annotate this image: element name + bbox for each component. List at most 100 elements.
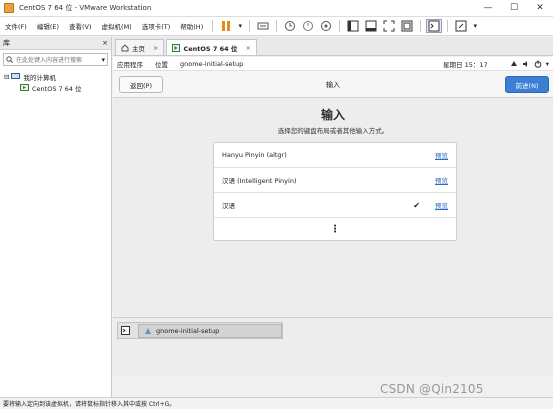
menu-file[interactable]: 文件(F) <box>0 21 32 31</box>
gnome-taskbar: gnome-initial-setup <box>113 317 553 377</box>
snapshot-manager-icon <box>321 21 332 31</box>
taskbar-item[interactable]: gnome-initial-setup <box>138 323 282 338</box>
pause-icon <box>222 21 231 31</box>
chevron-down-icon: ▾ <box>545 59 549 68</box>
vmware-logo-icon <box>4 3 14 13</box>
menu-vm[interactable]: 虚拟机(M) <box>97 21 137 31</box>
suspend-button[interactable] <box>218 19 234 33</box>
keyboard-icon <box>257 22 269 30</box>
fullscreen-icon <box>383 20 395 32</box>
tree-label: CentOS 7 64 位 <box>32 84 82 93</box>
input-source-label: 汉语 <box>222 202 235 210</box>
revert-snapshot-button[interactable] <box>300 19 316 33</box>
unity-view-icon <box>401 20 413 32</box>
window-list: gnome-initial-setup <box>117 322 283 339</box>
tree-label: 我的计算机 <box>23 73 56 82</box>
sidebar-view-icon <box>347 20 359 32</box>
input-source-label: Hanyu Pinyin (altgr) <box>222 151 287 159</box>
show-desktop-button[interactable] <box>118 325 132 337</box>
list-item[interactable]: Hanyu Pinyin (altgr) 预览 <box>214 143 456 168</box>
tree-item-my-computer[interactable]: ⊟ 我的计算机 <box>4 71 107 82</box>
library-tree: ⊟ 我的计算机 CentOS 7 64 位 <box>0 69 111 95</box>
terminal-icon <box>428 20 440 32</box>
search-placeholder: 在此处键入内容进行搜索 <box>16 57 83 64</box>
more-options-button[interactable]: ⋮ <box>214 218 456 240</box>
title-bar: CentOS 7 64 位 - VMware Workstation — ☐ ✕ <box>0 0 553 17</box>
power-dropdown[interactable]: ▾ <box>236 19 244 33</box>
preview-link[interactable]: 预览 <box>435 150 448 160</box>
tab-close-icon[interactable]: × <box>245 44 250 52</box>
header-title: 输入 <box>326 81 340 89</box>
library-search-input[interactable]: 在此处键入内容进行搜索 ▾ <box>3 53 108 66</box>
console-view-button[interactable] <box>426 19 443 33</box>
preview-link[interactable]: 预览 <box>435 175 448 185</box>
setup-header: 返回(P) 输入 前进(N) <box>113 71 553 98</box>
vm-icon <box>172 43 181 52</box>
collapse-icon[interactable]: ⊟ <box>4 73 9 81</box>
revert-clock-icon <box>303 21 314 31</box>
places-menu[interactable]: 位置 <box>155 59 168 69</box>
status-bar: 要将输入定向到该虚拟机，请将鼠标指针移入其中或按 Ctrl+G。 <box>0 397 553 409</box>
input-source-label: 汉语 (Intelligent Pinyin) <box>222 177 297 185</box>
maximize-button[interactable]: ☐ <box>501 0 527 16</box>
thumbnail-bar-button[interactable] <box>363 19 379 33</box>
terminal-icon <box>120 326 130 335</box>
vm-console[interactable]: 应用程序 位置 gnome-initial-setup 星期日 15：17 ▾ … <box>113 57 553 377</box>
next-button[interactable]: 前进(N) <box>505 76 549 93</box>
thumbnail-view-icon <box>365 20 377 32</box>
preview-link[interactable]: 预览 <box>435 200 448 210</box>
snapshot-manager-button[interactable] <box>318 19 334 33</box>
input-source-list: Hanyu Pinyin (altgr) 预览 汉语 (Intelligent … <box>213 142 457 241</box>
tree-item-centos-vm[interactable]: CentOS 7 64 位 <box>4 82 107 93</box>
stretch-dropdown[interactable]: ▾ <box>471 19 479 33</box>
checkmark-icon: ✔ <box>413 200 420 210</box>
library-title: 库 <box>3 39 10 47</box>
clock-icon <box>285 21 296 31</box>
show-library-button[interactable] <box>345 19 361 33</box>
watermark: CSDN @Qin2105 <box>380 382 484 396</box>
menu-bar: 文件(F) 编辑(E) 查看(V) 虚拟机(M) 选项卡(T) 帮助(H) ▾ … <box>0 17 553 36</box>
unity-button[interactable] <box>399 19 415 33</box>
tab-centos[interactable]: CentOS 7 64 位 × <box>166 39 257 55</box>
send-ctrl-alt-del-button[interactable] <box>255 19 271 33</box>
active-app-name[interactable]: gnome-initial-setup <box>180 60 243 68</box>
minimize-button[interactable]: — <box>475 0 501 16</box>
tab-close-icon[interactable]: × <box>153 44 158 52</box>
library-panel: 库 × 在此处键入内容进行搜索 ▾ ⊟ 我的计算机 CentOS 7 64 位 <box>0 37 112 397</box>
menu-edit[interactable]: 编辑(E) <box>32 21 64 31</box>
tab-label: 主页 <box>132 44 145 53</box>
network-icon <box>510 60 517 66</box>
taskbar-item-label: gnome-initial-setup <box>156 326 220 335</box>
full-screen-button[interactable] <box>381 19 397 33</box>
clock[interactable]: 星期日 15：17 <box>443 59 488 69</box>
vertical-ellipsis-icon: ⋮ <box>330 223 340 235</box>
tab-label: CentOS 7 64 位 <box>183 44 238 53</box>
stretch-icon <box>455 20 467 32</box>
applications-menu[interactable]: 应用程序 <box>117 59 143 69</box>
page-subtitle: 选择您的键盘布局或者其他输入方式。 <box>277 127 389 135</box>
close-button[interactable]: ✕ <box>527 0 553 16</box>
menu-tabs[interactable]: 选项卡(T) <box>137 21 176 31</box>
list-item[interactable]: 汉语 ✔ 预览 <box>214 193 456 218</box>
menu-view[interactable]: 查看(V) <box>64 21 97 31</box>
tab-bar: 主页 × CentOS 7 64 位 × <box>113 37 553 56</box>
app-icon <box>145 327 151 334</box>
library-header: 库 × <box>0 37 111 50</box>
search-icon <box>6 56 13 63</box>
page-heading: 输入 <box>320 108 345 122</box>
chevron-down-icon[interactable]: ▾ <box>101 56 105 64</box>
status-text: 要将输入定向到该虚拟机，请将鼠标指针移入其中或按 Ctrl+G。 <box>3 401 176 408</box>
library-close-icon[interactable]: × <box>102 39 108 47</box>
system-tray[interactable]: ▾ <box>510 60 549 68</box>
menu-help[interactable]: 帮助(H) <box>175 21 208 31</box>
computer-icon <box>11 73 21 79</box>
snapshot-button[interactable] <box>282 19 298 33</box>
vm-icon <box>20 84 29 91</box>
volume-icon <box>522 60 527 67</box>
gnome-top-bar: 应用程序 位置 gnome-initial-setup 星期日 15：17 ▾ <box>113 57 553 71</box>
tab-home[interactable]: 主页 × <box>115 39 165 55</box>
window-title: CentOS 7 64 位 - VMware Workstation <box>19 4 152 12</box>
stretch-guest-button[interactable] <box>453 19 469 33</box>
list-item[interactable]: 汉语 (Intelligent Pinyin) 预览 <box>214 168 456 193</box>
home-icon <box>121 43 129 51</box>
